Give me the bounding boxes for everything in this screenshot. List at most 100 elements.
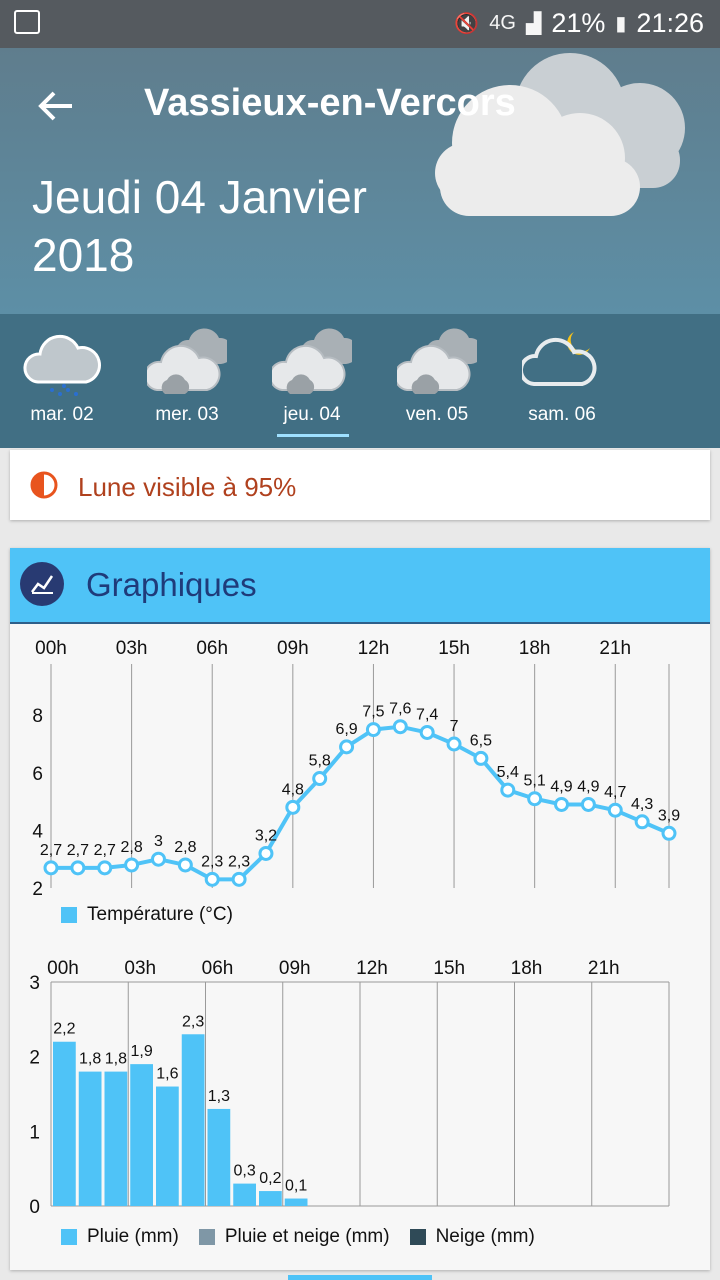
temperature-value-label: 3 xyxy=(154,833,163,850)
scroll-indicator xyxy=(288,1275,432,1280)
temperature-value-label: 3,9 xyxy=(658,807,680,824)
temperature-point xyxy=(258,845,274,861)
rain-bar xyxy=(104,1071,128,1206)
rain-hour-label: 12h xyxy=(356,958,388,979)
temperature-point xyxy=(527,791,543,807)
temperature-line xyxy=(51,724,670,882)
status-bar: 🔇 4G ▟ 21% ▮ 21:26 xyxy=(0,0,720,48)
signal-icon: ▟ xyxy=(525,13,542,35)
rain-hour-label: 03h xyxy=(124,958,156,979)
temp-hour-label: 15h xyxy=(438,638,470,659)
graphs-card: Graphiques 00h 03h 06h 09h 12h 15h 18h 21h 2 4 6 8 2… xyxy=(10,548,710,1270)
day-label-4: sam. 06 xyxy=(528,404,596,425)
day-selector: mar. 02 mer. 03 jeu. 04 ven. 05 sam. 06 xyxy=(0,314,720,448)
temperature-chart: 00h 03h 06h 09h 12h 15h 18h 21h24682,7 2,7 2,7 2,8… xyxy=(32,638,680,896)
temperature-value-label: 7,6 xyxy=(389,701,411,718)
clouds-icon xyxy=(397,328,477,394)
rain-legend-label: Pluie (mm) xyxy=(87,1226,179,1247)
rain-hour-label: 00h xyxy=(47,958,79,979)
snow-legend-swatch xyxy=(409,1229,426,1245)
status-right: 🔇 4G ▟ 21% ▮ 21:26 xyxy=(454,8,704,39)
day-tab-3[interactable]: ven. 05 xyxy=(382,314,492,448)
temp-hour-label: 18h xyxy=(519,638,551,659)
temperature-legend-label: Température (°C) xyxy=(87,904,233,925)
temperature-value-label: 2,3 xyxy=(201,853,223,870)
temperature-value-label: 7 xyxy=(450,718,459,735)
temperature-value-label: 2,8 xyxy=(120,839,142,856)
header: Vassieux-en-Vercors Jeudi 04 Janvier 201… xyxy=(0,48,720,314)
graphs-header: Graphiques xyxy=(10,548,710,624)
rain-bar xyxy=(259,1191,282,1206)
temperature-value-label: 7,4 xyxy=(416,706,438,723)
rain-value-label: 1,6 xyxy=(156,1066,178,1083)
temperature-point xyxy=(231,871,247,887)
rain-value-label: 0,3 xyxy=(234,1163,256,1180)
day-tab-2[interactable]: jeu. 04 xyxy=(257,314,367,448)
rain-snow-legend-label: Pluie et neige (mm) xyxy=(224,1226,390,1247)
temperature-point xyxy=(554,796,570,812)
temp-hour-label: 06h xyxy=(196,638,228,659)
temperature-point xyxy=(70,860,86,876)
temperature-value-label: 4,9 xyxy=(550,778,572,795)
rain-y-tick: 2 xyxy=(29,1048,40,1069)
header-clouds-icon xyxy=(435,53,685,216)
day-tab-0[interactable]: mar. 02 xyxy=(7,314,117,448)
rain-hour-label: 21h xyxy=(588,958,620,979)
date-line-1: Jeudi 04 Janvier xyxy=(32,171,367,223)
temperature-point xyxy=(634,814,650,830)
rain-bar xyxy=(207,1108,231,1206)
rain-value-label: 1,8 xyxy=(105,1051,127,1068)
temp-hour-label: 03h xyxy=(116,638,148,659)
day-tab-4[interactable]: sam. 06 xyxy=(507,314,617,448)
temperature-value-label: 4,8 xyxy=(282,781,304,798)
rain-bar xyxy=(53,1041,76,1206)
temperature-value-label: 6,9 xyxy=(335,721,357,738)
date-title: Jeudi 04 Janvier 2018 xyxy=(32,168,452,284)
rain-hour-label: 06h xyxy=(202,958,234,979)
temperature-value-label: 5,1 xyxy=(524,773,546,790)
temp-y-tick: 6 xyxy=(32,764,43,785)
rain-bar xyxy=(156,1086,179,1206)
temperature-point xyxy=(473,750,489,766)
temp-hour-label: 00h xyxy=(35,638,67,659)
rain-bar xyxy=(130,1064,153,1206)
temperature-point xyxy=(365,722,381,738)
network-type: 4G xyxy=(489,12,516,34)
rain-snow-legend-swatch xyxy=(198,1229,215,1245)
clouds-icon xyxy=(147,328,227,394)
precipitation-chart: 00h 03h 06h 09h 12h 15h 18h 21h01232,21,8 1,8 1,9… xyxy=(29,958,670,1218)
temperature-point xyxy=(177,857,193,873)
temperature-point xyxy=(124,857,140,873)
temperature-point xyxy=(500,782,516,798)
rain-value-label: 1,8 xyxy=(79,1051,101,1068)
temperature-point xyxy=(312,771,328,787)
rain-y-tick: 0 xyxy=(29,1197,40,1218)
cloud-moon-icon xyxy=(522,332,597,386)
temperature-point xyxy=(607,802,623,818)
temperature-point xyxy=(446,736,462,752)
moon-visibility-text: Lune visible à 95% xyxy=(78,472,297,502)
rain-value-label: 1,3 xyxy=(208,1088,230,1105)
rain-value-label: 2,3 xyxy=(182,1013,204,1030)
temp-y-tick: 8 xyxy=(32,706,43,727)
temperature-legend-swatch xyxy=(61,907,77,923)
battery-icon: ▮ xyxy=(615,13,627,35)
temperature-value-label: 7,5 xyxy=(362,704,384,721)
rain-hour-label: 18h xyxy=(511,958,543,979)
rain-y-tick: 3 xyxy=(29,973,40,994)
mute-icon: 🔇 xyxy=(454,13,480,35)
day-tab-1[interactable]: mer. 03 xyxy=(132,314,242,448)
temperature-value-label: 5,4 xyxy=(497,764,519,781)
rain-bar xyxy=(233,1183,256,1206)
temperature-value-label: 2,3 xyxy=(228,853,250,870)
temp-y-tick: 4 xyxy=(32,821,43,842)
back-button[interactable] xyxy=(36,86,76,132)
temperature-value-label: 4,7 xyxy=(604,784,626,801)
temperature-legend: Température (°C) xyxy=(61,904,233,926)
temp-hour-label: 12h xyxy=(358,638,390,659)
day-label-2: jeu. 04 xyxy=(283,404,341,425)
rain-bar xyxy=(284,1198,308,1206)
temperature-value-label: 4,9 xyxy=(577,778,599,795)
temperature-point xyxy=(150,851,166,867)
rain-value-label: 1,9 xyxy=(131,1043,153,1060)
